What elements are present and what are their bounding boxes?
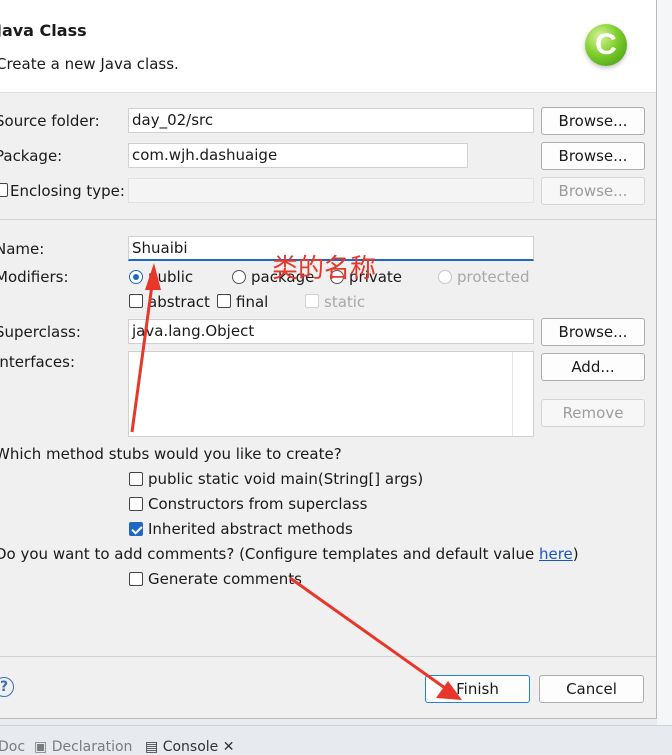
interfaces-scrollbar[interactable] xyxy=(512,352,513,436)
comments-question: Do you want to add comments? (Configure … xyxy=(0,545,579,563)
modifier-abstract-checkbox[interactable] xyxy=(129,294,143,308)
enclosing-type-label: Enclosing type: xyxy=(10,182,125,200)
package-label: Package: xyxy=(0,147,63,165)
superclass-label: Superclass: xyxy=(0,323,81,341)
source-folder-label: Source folder: xyxy=(0,112,100,130)
modifier-public-radio[interactable] xyxy=(129,270,143,284)
new-java-class-dialog: Java Class Create a new Java class. C So… xyxy=(0,0,657,719)
stub-main-checkbox[interactable] xyxy=(129,472,143,486)
modifier-protected-label: protected xyxy=(457,268,530,286)
modifier-package-radio[interactable] xyxy=(232,270,246,284)
separator xyxy=(0,219,656,220)
eclipse-view-tabs: Doc ▣ Declaration ▤ Console ✕ xyxy=(0,725,672,755)
stub-inherited-checkbox[interactable] xyxy=(129,522,143,536)
superclass-input[interactable]: java.lang.Object xyxy=(128,319,534,344)
modifier-static-label: static xyxy=(324,293,366,311)
enclosing-type-checkbox[interactable] xyxy=(0,183,8,197)
generate-comments-checkbox[interactable] xyxy=(129,572,143,586)
modifier-final-checkbox[interactable] xyxy=(217,294,231,308)
java-class-logo-icon: C xyxy=(585,24,627,66)
stub-constructors-label: Constructors from superclass xyxy=(148,495,368,513)
stub-constructors-checkbox[interactable] xyxy=(129,497,143,511)
finish-button[interactable]: Finish xyxy=(425,675,530,703)
interfaces-list[interactable] xyxy=(128,351,534,437)
stub-inherited-label: Inherited abstract methods xyxy=(148,520,353,538)
generate-comments-label: Generate comments xyxy=(148,570,302,588)
modifier-protected-radio[interactable] xyxy=(438,270,452,284)
package-input[interactable]: com.wjh.dashuaige xyxy=(128,143,468,168)
dialog-title: Java Class xyxy=(0,21,87,40)
stub-main-label: public static void main(String[] args) xyxy=(148,470,424,488)
modifier-final-label: final xyxy=(236,293,269,311)
modifier-public-label: public xyxy=(148,268,194,286)
enclosing-type-browse-button[interactable]: Browse... xyxy=(541,177,645,205)
cancel-button[interactable]: Cancel xyxy=(539,675,644,703)
superclass-browse-button[interactable]: Browse... xyxy=(541,318,645,346)
help-icon[interactable]: ? xyxy=(0,677,14,697)
modifiers-label: Modifiers: xyxy=(0,268,69,286)
interfaces-remove-button[interactable]: Remove xyxy=(541,399,645,427)
dialog-subtitle: Create a new Java class. xyxy=(0,55,179,73)
modifier-abstract-label: abstract xyxy=(148,293,210,311)
configure-templates-link[interactable]: here xyxy=(539,545,573,563)
background-window-edge xyxy=(657,0,672,725)
interfaces-add-button[interactable]: Add... xyxy=(541,353,645,381)
footer-separator xyxy=(0,656,656,657)
source-folder-input[interactable]: day_02/src xyxy=(128,108,534,133)
dialog-header: Java Class Create a new Java class. C xyxy=(0,0,656,93)
interfaces-label: Interfaces: xyxy=(0,353,76,371)
name-label: Name: xyxy=(0,240,45,258)
enclosing-type-input[interactable] xyxy=(128,178,534,203)
modifier-static-checkbox[interactable] xyxy=(305,294,319,308)
annotation-class-name: 类的名称 xyxy=(272,254,377,284)
package-browse-button[interactable]: Browse... xyxy=(541,142,645,170)
source-folder-browse-button[interactable]: Browse... xyxy=(541,107,645,135)
method-stubs-question: Which method stubs would you like to cre… xyxy=(0,445,342,463)
